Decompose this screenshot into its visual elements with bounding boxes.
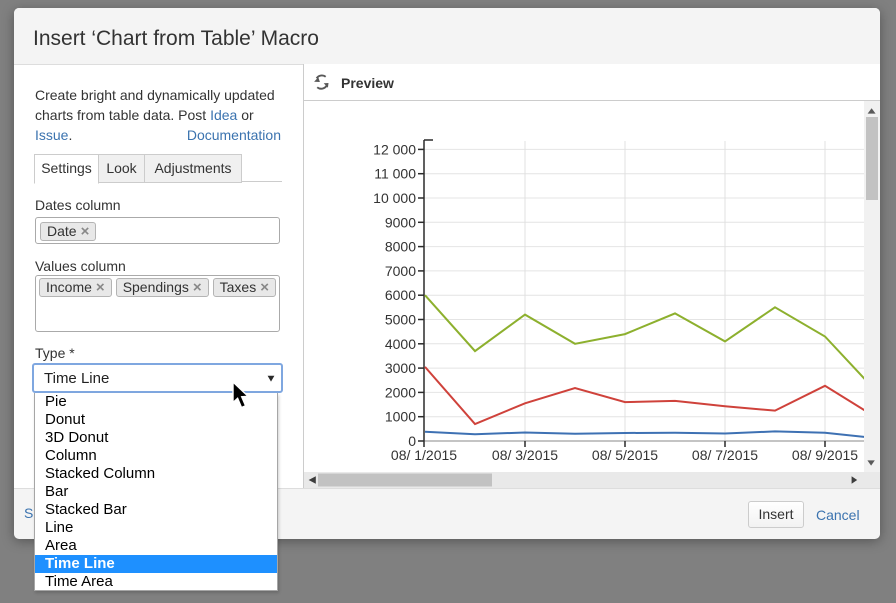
svg-text:12 000: 12 000 xyxy=(373,141,416,157)
svg-text:1000: 1000 xyxy=(385,409,416,425)
svg-text:2000: 2000 xyxy=(385,384,416,400)
svg-text:10 000: 10 000 xyxy=(373,190,416,206)
svg-text:5000: 5000 xyxy=(385,312,416,328)
svg-text:8000: 8000 xyxy=(385,239,416,255)
svg-text:9000: 9000 xyxy=(385,214,416,230)
svg-text:08/ 7/2015: 08/ 7/2015 xyxy=(692,447,758,463)
svg-text:6000: 6000 xyxy=(385,287,416,303)
svg-text:3000: 3000 xyxy=(385,360,416,376)
svg-text:08/ 3/2015: 08/ 3/2015 xyxy=(492,447,558,463)
svg-text:4000: 4000 xyxy=(385,336,416,352)
svg-text:11 000: 11 000 xyxy=(374,166,416,182)
svg-text:7000: 7000 xyxy=(385,263,416,279)
svg-text:08/ 1/2015: 08/ 1/2015 xyxy=(391,447,457,463)
svg-text:08/ 9/2015: 08/ 9/2015 xyxy=(792,447,858,463)
svg-text:08/ 5/2015: 08/ 5/2015 xyxy=(592,447,658,463)
